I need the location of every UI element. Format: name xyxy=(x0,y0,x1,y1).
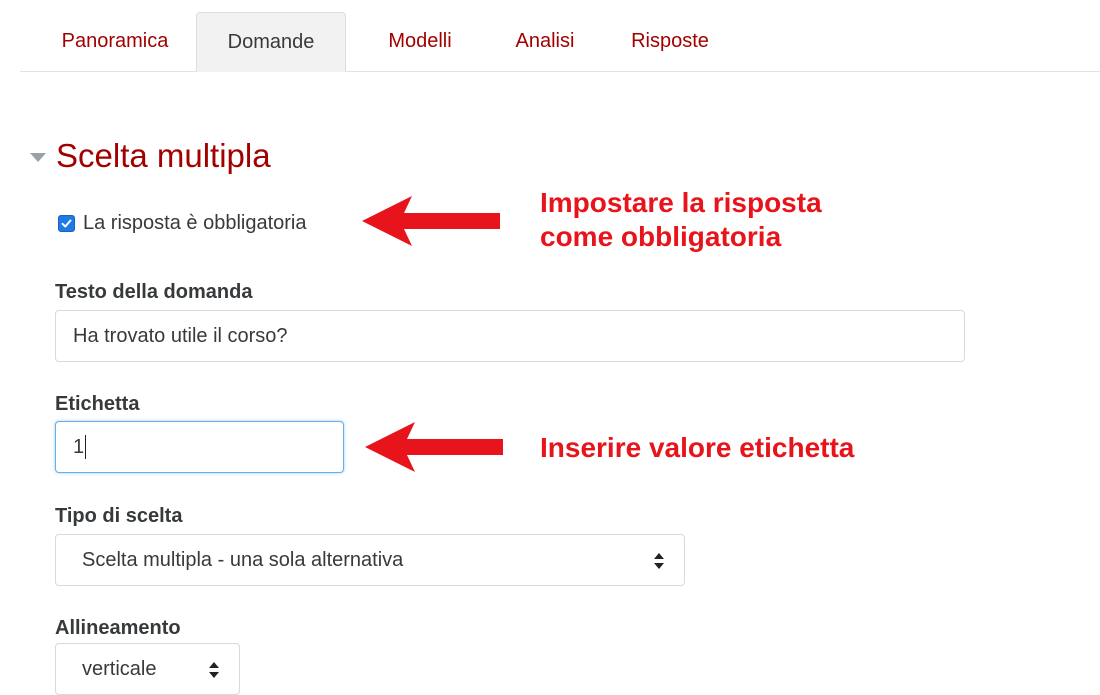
label-input[interactable]: 1 xyxy=(55,421,344,473)
alignment-value: verticale xyxy=(82,657,157,680)
label-field-label: Etichetta xyxy=(55,393,140,415)
tab-bar: Panoramica Domande Modelli Analisi Rispo… xyxy=(20,12,1100,72)
alignment-select[interactable]: verticale xyxy=(55,643,240,695)
annotation-label: Inserire valore etichetta xyxy=(540,432,855,463)
alignment-label: Allineamento xyxy=(55,617,181,639)
triangle-down-icon[interactable] xyxy=(30,152,46,162)
tab-analisi[interactable]: Analisi xyxy=(490,12,600,70)
section-title: Scelta multipla xyxy=(56,137,271,174)
required-checkbox[interactable] xyxy=(58,214,75,232)
select-arrows-icon xyxy=(209,662,219,678)
arrow-left-icon xyxy=(362,196,500,246)
tab-domande[interactable]: Domande xyxy=(196,12,346,72)
question-text-label: Testo della domanda xyxy=(55,281,253,303)
text-caret xyxy=(85,435,87,459)
annotation-required: Impostare la risposta come obbligatoria xyxy=(540,186,822,254)
question-text-value: Ha trovato utile il corso? xyxy=(73,324,288,347)
section-header[interactable]: Scelta multipla xyxy=(30,136,271,176)
question-text-input[interactable]: Ha trovato utile il corso? xyxy=(55,310,965,362)
tab-panoramica[interactable]: Panoramica xyxy=(40,12,190,70)
choice-type-value: Scelta multipla - una sola alternativa xyxy=(82,548,404,571)
choice-type-label: Tipo di scelta xyxy=(55,505,183,527)
tab-modelli[interactable]: Modelli xyxy=(360,12,480,70)
select-arrows-icon xyxy=(654,553,664,569)
checkmark-icon xyxy=(61,219,72,227)
label-input-value: 1 xyxy=(73,435,85,458)
annotation-required-line2: come obbligatoria xyxy=(540,221,782,252)
arrow-left-icon xyxy=(365,422,503,472)
required-checkbox-row[interactable]: La risposta è obbligatoria xyxy=(58,210,306,236)
required-checkbox-label: La risposta è obbligatoria xyxy=(83,211,307,234)
choice-type-select[interactable]: Scelta multipla - una sola alternativa xyxy=(55,534,685,586)
annotation-required-line1: Impostare la risposta xyxy=(540,187,822,218)
tab-risposte[interactable]: Risposte xyxy=(610,12,730,70)
